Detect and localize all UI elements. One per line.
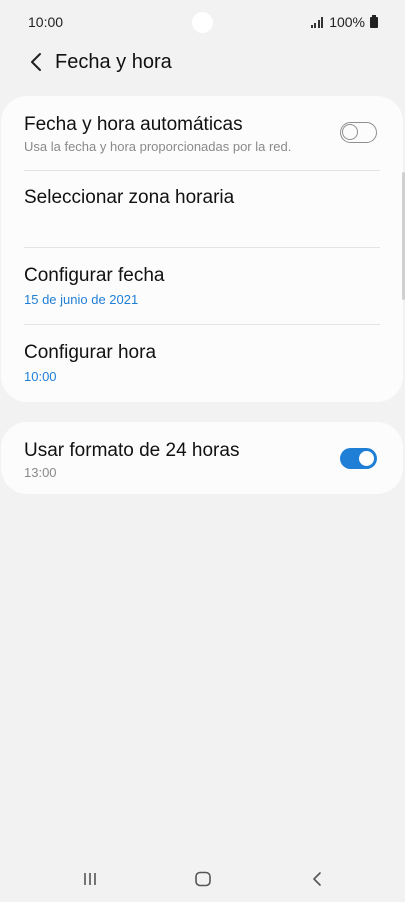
auto-datetime-subtitle: Usa la fecha y hora proporcionadas por l… — [24, 139, 292, 154]
status-time: 10:00 — [28, 14, 64, 30]
timezone-title: Seleccionar zona horaria — [24, 187, 235, 208]
auto-datetime-toggle[interactable] — [340, 122, 377, 143]
toggle-knob — [342, 124, 358, 140]
set-date-value: 15 de junio de 2021 — [24, 292, 139, 307]
signal-icon — [310, 16, 324, 28]
status-indicators: 100% — [310, 14, 378, 30]
screen: 10:00 100% Fecha y hora Fecha y hora aut… — [0, 0, 405, 902]
set-time-value: 10:00 — [24, 369, 57, 384]
status-bar: 10:00 100% — [0, 0, 405, 44]
chevron-left-icon — [31, 53, 41, 71]
recents-icon — [84, 873, 96, 885]
format-card: Usar formato de 24 horas 13:00 — [1, 422, 403, 494]
home-button[interactable] — [183, 866, 223, 892]
auto-datetime-row[interactable]: Fecha y hora automáticas Usa la fecha y … — [1, 96, 403, 171]
set-date-title: Configurar fecha — [24, 265, 165, 286]
home-icon — [195, 871, 211, 887]
back-button[interactable] — [16, 44, 56, 80]
recents-button[interactable] — [70, 866, 110, 892]
app-bar: Fecha y hora — [0, 44, 405, 80]
back-icon — [313, 872, 321, 886]
auto-datetime-title: Fecha y hora automáticas — [24, 114, 243, 135]
datetime-settings-card: Fecha y hora automáticas Usa la fecha y … — [1, 96, 403, 402]
camera-cutout — [192, 12, 213, 33]
timezone-row[interactable]: Seleccionar zona horaria — [1, 171, 403, 248]
battery-icon — [370, 14, 378, 28]
toggle-knob — [357, 449, 376, 468]
format-24h-toggle[interactable] — [340, 448, 377, 469]
navigation-bar — [0, 856, 405, 902]
format-24h-subtitle: 13:00 — [24, 465, 57, 480]
format-24h-title: Usar formato de 24 horas — [24, 440, 240, 461]
set-time-title: Configurar hora — [24, 342, 157, 363]
set-time-row[interactable]: Configurar hora 10:00 — [1, 325, 403, 402]
format-24h-row[interactable]: Usar formato de 24 horas 13:00 — [1, 422, 403, 494]
battery-percent: 100% — [329, 14, 365, 30]
set-date-row[interactable]: Configurar fecha 15 de junio de 2021 — [1, 248, 403, 325]
nav-back-button[interactable] — [297, 866, 337, 892]
page-title: Fecha y hora — [55, 50, 172, 73]
